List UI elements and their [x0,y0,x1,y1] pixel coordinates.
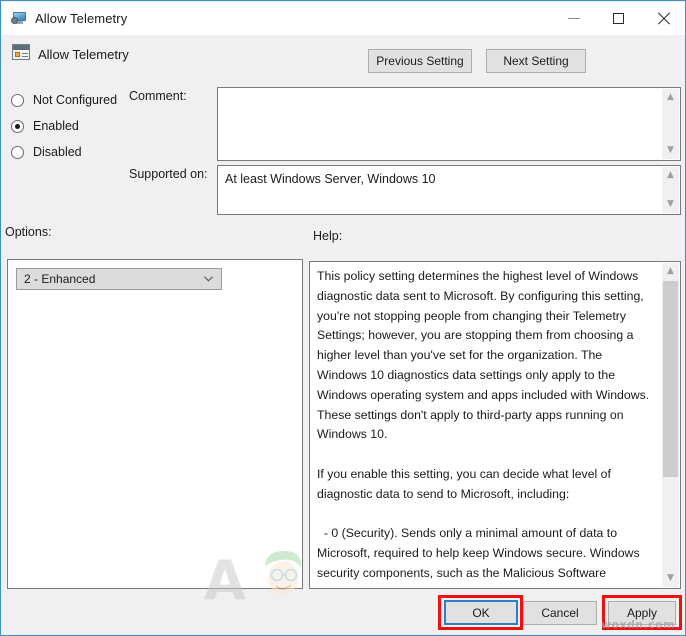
scroll-up-icon[interactable]: ▲ [662,89,679,106]
setting-header: Allow Telemetry Previous Setting Next Se… [2,35,685,79]
radio-label: Enabled [33,119,79,133]
policy-state-radio-group: Not Configured Enabled Disabled [11,87,117,165]
title-bar: Allow Telemetry [2,2,685,35]
radio-indicator [11,93,24,107]
radio-not-configured[interactable]: Not Configured [11,87,117,113]
maximize-icon [613,13,624,24]
radio-enabled[interactable]: Enabled [11,113,117,139]
scroll-down-icon[interactable]: ▼ [662,570,679,587]
window-controls [551,2,685,35]
help-scrollbar[interactable]: ▲ ▼ [662,263,679,587]
comment-field[interactable]: ▲ ▼ [217,87,681,161]
previous-setting-button[interactable]: Previous Setting [368,49,472,73]
scroll-up-icon[interactable]: ▲ [662,167,679,184]
maximize-button[interactable] [596,2,641,35]
policy-monitor-icon [11,11,27,27]
supported-on-label: Supported on: [129,167,208,181]
minimize-button[interactable] [551,2,596,35]
dropdown-selected-value: 2 - Enhanced [24,272,96,286]
radio-disabled[interactable]: Disabled [11,139,117,165]
options-label: Options: [5,225,52,239]
policy-setting-icon [12,44,30,60]
watermark-letters: A [204,549,247,612]
scroll-down-icon[interactable]: ▼ [662,142,679,159]
help-text: This policy setting determines the highe… [317,269,653,588]
comment-scrollbar[interactable]: ▲ ▼ [662,89,679,159]
telemetry-level-dropdown[interactable]: 2 - Enhanced [16,268,222,290]
help-panel: This policy setting determines the highe… [309,261,681,589]
radio-label: Not Configured [33,93,118,107]
scroll-up-icon[interactable]: ▲ [662,263,679,280]
next-setting-button[interactable]: Next Setting [486,49,586,73]
allow-telemetry-dialog: Allow Telemetry Allow Telemetry Previous… [0,0,686,636]
radio-indicator [11,145,24,159]
close-icon [657,12,670,25]
scrollbar-thumb[interactable] [663,281,678,477]
supported-on-scrollbar[interactable]: ▲ ▼ [662,167,679,213]
setting-title: Allow Telemetry [38,47,129,62]
minimize-icon [567,18,580,19]
cancel-button[interactable]: Cancel [523,601,597,625]
apply-button[interactable]: Apply [608,601,676,625]
supported-on-value: At least Windows Server, Windows 10 [225,172,436,186]
close-button[interactable] [641,2,685,35]
window-title: Allow Telemetry [35,11,128,26]
radio-label: Disabled [33,145,82,159]
radio-indicator-selected [11,119,24,133]
options-panel: 2 - Enhanced A [7,259,303,608]
setting-navigation: Previous Setting Next Setting [368,49,586,73]
comment-label: Comment: [129,89,187,103]
supported-on-field: At least Windows Server, Windows 10 ▲ ▼ [217,165,681,215]
ok-button[interactable]: OK [444,600,518,625]
scroll-down-icon[interactable]: ▼ [662,196,679,213]
chevron-down-icon [204,276,213,282]
watermark-mascot-icon [265,551,302,595]
help-label: Help: [313,229,343,243]
